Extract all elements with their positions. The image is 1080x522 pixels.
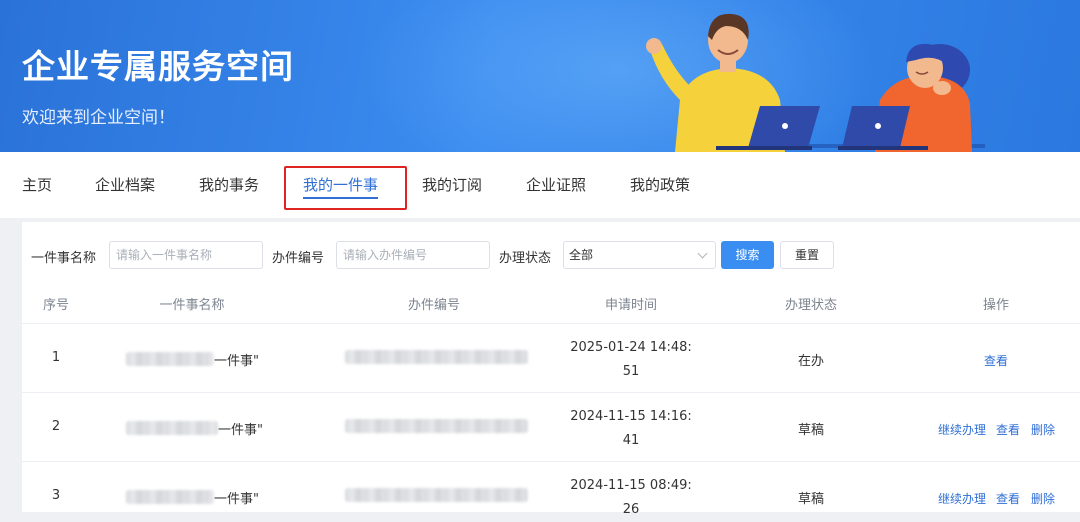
- hero-banner: 企业专属服务空间 欢迎来到企业空间！: [0, 0, 1080, 152]
- view-link[interactable]: 查看: [996, 421, 1020, 438]
- tab-my-policies[interactable]: 我的政策: [630, 174, 690, 195]
- col-header-name: 一件事名称: [159, 298, 225, 313]
- tab-my-subscriptions[interactable]: 我的订阅: [422, 174, 482, 195]
- tab-enterprise-licenses[interactable]: 企业证照: [526, 174, 586, 195]
- row-index: 3: [51, 488, 61, 503]
- row-divider: [22, 392, 1080, 393]
- view-link[interactable]: 查看: [984, 352, 1008, 369]
- redacted-name: [126, 421, 218, 435]
- code-filter-label: 办件编号: [272, 251, 325, 266]
- header-divider: [22, 323, 1080, 324]
- highlight-box: [284, 166, 407, 210]
- delete-link[interactable]: 删除: [1031, 421, 1055, 438]
- row-apply-time-line2: 41: [622, 433, 640, 448]
- redacted-name: [126, 352, 214, 366]
- col-header-actions: 操作: [982, 298, 1010, 313]
- redacted-code: [345, 350, 528, 364]
- row-apply-time: 2025-01-24 14:48: 51: [561, 336, 701, 384]
- col-header-code: 办件编号: [407, 298, 461, 313]
- row-status: 草稿: [797, 492, 825, 507]
- row-index: 1: [51, 350, 61, 365]
- row-name-suffix: 一件事": [214, 354, 259, 369]
- delete-link[interactable]: 删除: [1031, 490, 1055, 507]
- tab-enterprise-profile[interactable]: 企业档案: [95, 174, 155, 195]
- redacted-name: [126, 490, 214, 504]
- reset-button[interactable]: 重置: [780, 241, 834, 269]
- search-button[interactable]: 搜索: [721, 241, 774, 269]
- redacted-code: [345, 419, 528, 433]
- row-status: 在办: [797, 354, 825, 369]
- code-search-input[interactable]: 请输入办件编号: [336, 241, 490, 269]
- row-status: 草稿: [797, 423, 825, 438]
- banner-subtitle: 欢迎来到企业空间！: [22, 108, 175, 128]
- people-with-laptops-illustration: [646, 13, 985, 152]
- row-index: 2: [51, 419, 61, 434]
- row-name-suffix: 一件事": [214, 492, 259, 507]
- continue-link[interactable]: 继续办理: [938, 490, 986, 507]
- name-filter-label: 一件事名称: [31, 251, 97, 266]
- redacted-code: [345, 488, 528, 502]
- list-panel: 一件事名称 请输入一件事名称 办件编号 请输入办件编号 办理状态 全部 搜索 重…: [22, 222, 1080, 517]
- row-apply-time: 2024-11-15 14:16: 41: [561, 405, 701, 453]
- chevron-down-icon: [697, 248, 708, 259]
- row-apply-time-line1: 2025-01-24 14:48:: [570, 340, 692, 355]
- banner-title: 企业专属服务空间: [22, 47, 294, 86]
- row-apply-time-line2: 51: [622, 364, 640, 379]
- col-header-status: 办理状态: [784, 298, 838, 313]
- row-apply-time-line2: 26: [622, 502, 640, 517]
- status-select-value: 全部: [569, 248, 594, 262]
- tab-my-affairs[interactable]: 我的事务: [199, 174, 259, 195]
- row-name-suffix: 一件事": [218, 423, 263, 438]
- tab-bar: 主页 企业档案 我的事务 我的一件事 我的订阅 企业证照 我的政策: [0, 152, 1080, 218]
- continue-link[interactable]: 继续办理: [938, 421, 986, 438]
- row-apply-time-line1: 2024-11-15 08:49:: [570, 478, 692, 493]
- row-apply-time-line1: 2024-11-15 14:16:: [570, 409, 692, 424]
- row-divider: [22, 461, 1080, 462]
- row-apply-time: 2024-11-15 08:49: 26: [561, 474, 701, 522]
- col-header-time: 申请时间: [604, 298, 658, 313]
- tab-home[interactable]: 主页: [22, 174, 52, 195]
- col-header-index: 序号: [42, 298, 70, 313]
- view-link[interactable]: 查看: [996, 490, 1020, 507]
- status-select[interactable]: 全部: [563, 241, 716, 269]
- name-search-input[interactable]: 请输入一件事名称: [109, 241, 263, 269]
- status-filter-label: 办理状态: [499, 251, 552, 266]
